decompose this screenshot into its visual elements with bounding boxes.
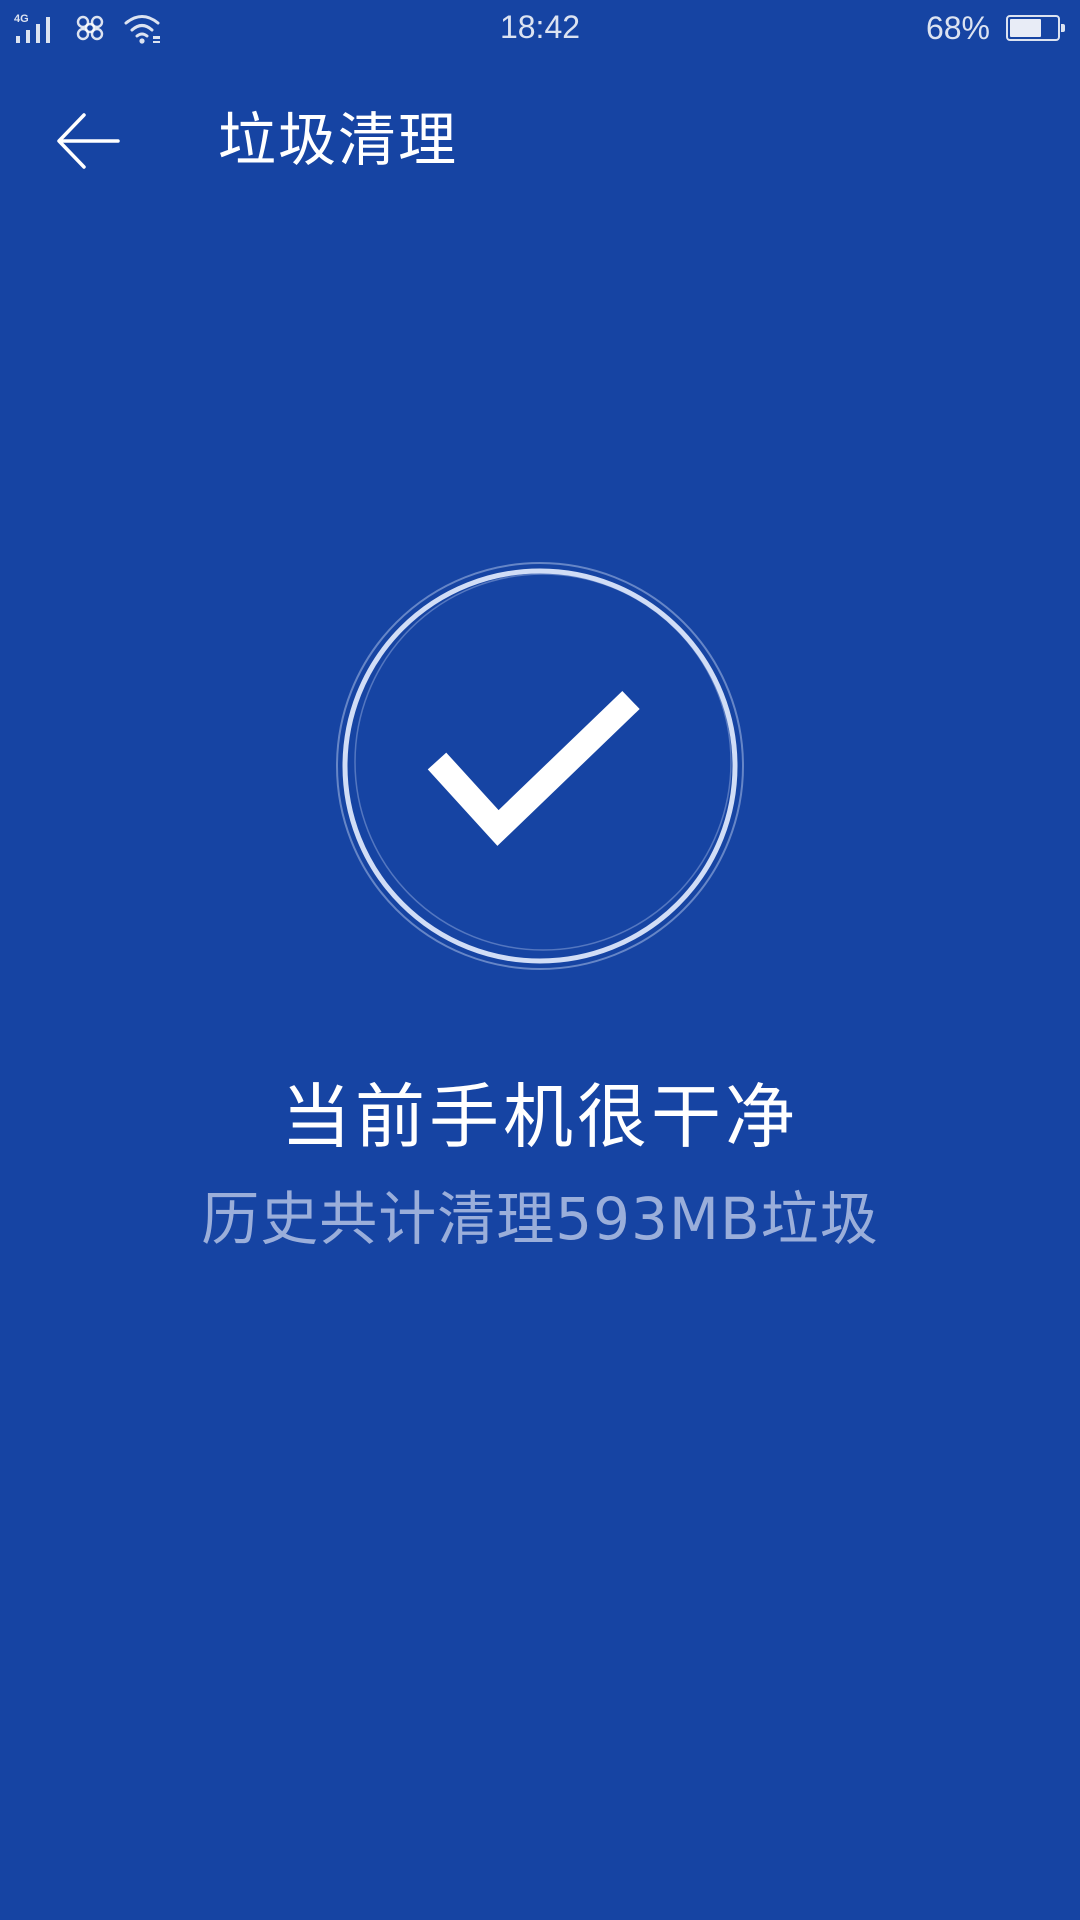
clock: 18:42 xyxy=(499,9,581,45)
success-badge xyxy=(330,556,750,976)
battery-percent: 68% xyxy=(925,9,990,46)
status-bar: 4G 18:42 68% xyxy=(0,0,1080,56)
battery-level xyxy=(1010,19,1041,37)
arrow-left-icon xyxy=(57,113,120,169)
checkmark-icon xyxy=(336,562,744,970)
app-bar: 垃圾清理 xyxy=(0,56,1080,226)
cleaned-total-text: 历史共计清理593MB垃圾 xyxy=(201,1185,879,1253)
back-button[interactable] xyxy=(44,96,134,186)
battery-icon xyxy=(1006,15,1065,41)
status-bar-right: 68% xyxy=(926,9,1066,47)
status-headline: 当前手机很干净 xyxy=(281,1076,799,1158)
page-title: 垃圾清理 xyxy=(218,106,459,174)
